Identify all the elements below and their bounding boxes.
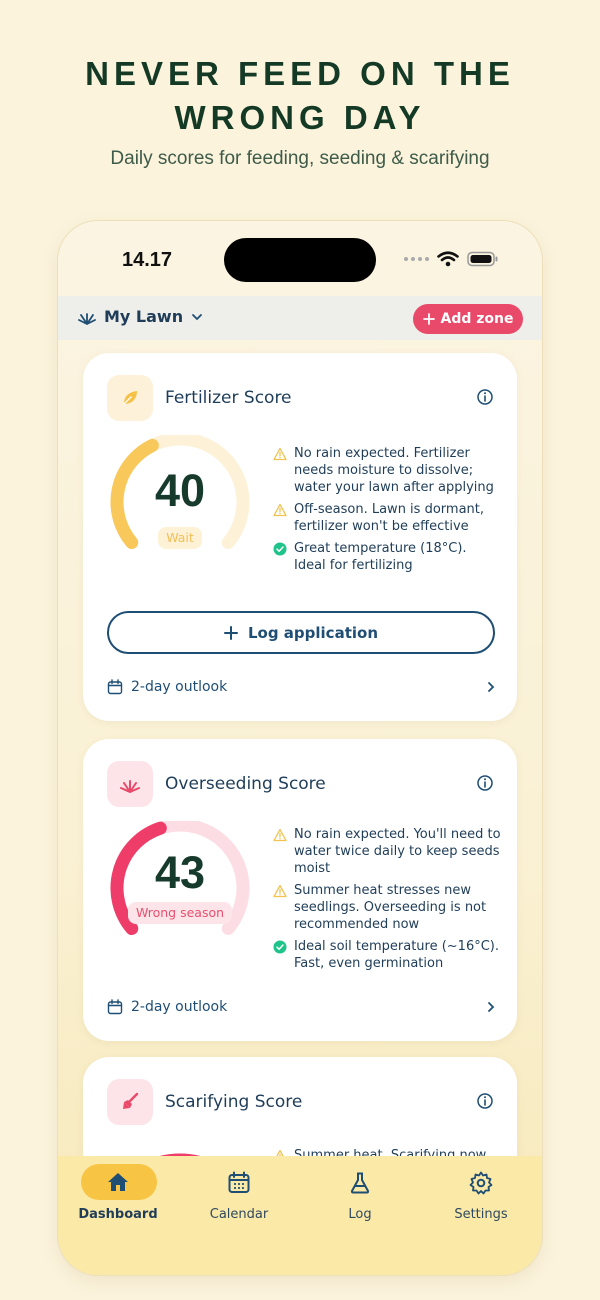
status-time: 14.17 xyxy=(122,249,173,271)
nav-item-log[interactable]: Log xyxy=(315,1164,405,1234)
tip-text: No rain expected. You'll need to water t… xyxy=(294,827,501,876)
status-badge: Wrong season xyxy=(127,902,233,924)
status-badge-wrap: Wait xyxy=(107,527,253,549)
tip-item: No rain expected. You'll need to water t… xyxy=(273,826,501,877)
two-day-outlook-row[interactable]: 2-day outlook xyxy=(107,995,495,1019)
status-badge: Wait xyxy=(158,527,202,549)
score-value: 43 xyxy=(154,847,206,898)
card-icon-badge xyxy=(107,761,153,807)
promo-subheadline: Daily scores for feeding, seeding & scar… xyxy=(110,148,490,169)
overseeding-score-card[interactable]: Overseeding Score 43 Wrong season No rai… xyxy=(83,739,517,1041)
tip-text: No rain expected. Fertilizer needs moist… xyxy=(294,446,494,495)
card-title: Scarifying Score xyxy=(165,1092,303,1112)
wifi-icon xyxy=(437,251,459,267)
leaf-icon xyxy=(123,391,137,405)
tip-text: Ideal soil temperature (~16°C). Fast, ev… xyxy=(294,939,500,971)
plus-icon xyxy=(223,625,238,640)
info-icon[interactable] xyxy=(476,388,494,406)
bottom-nav: Dashboard Calendar Log Settings xyxy=(58,1156,542,1275)
nav-item-dashboard[interactable]: Dashboard xyxy=(73,1164,163,1234)
promo-headline-line1: NEVER FEED ON THE xyxy=(85,55,515,92)
warning-icon xyxy=(273,884,287,898)
card-icon-badge xyxy=(107,1079,153,1125)
tip-item: Ideal soil temperature (~16°C). Fast, ev… xyxy=(273,938,501,972)
chevron-right-icon xyxy=(488,1002,495,1012)
nav-label: Calendar xyxy=(209,1207,269,1222)
two-day-outlook-row[interactable]: 2-day outlook xyxy=(107,675,495,699)
zone-name: My Lawn xyxy=(104,307,184,326)
home-icon xyxy=(108,1173,128,1191)
warning-icon xyxy=(273,828,287,842)
tips-list: No rain expected. You'll need to water t… xyxy=(273,826,501,977)
add-zone-label: Add zone xyxy=(440,311,514,327)
tips-list: No rain expected. Fertilizer needs moist… xyxy=(273,445,501,579)
zone-bar: My Lawn Add zone xyxy=(58,296,542,340)
tip-item: Great temperature (18°C). Ideal for fert… xyxy=(273,540,501,574)
tip-item: Summer heat stresses new seedlings. Over… xyxy=(273,882,501,933)
tips-list: Summer heat. Scarifying now xyxy=(273,1147,501,1156)
nav-label: Settings xyxy=(454,1207,508,1222)
flask-icon xyxy=(350,1172,370,1194)
dynamic-island xyxy=(224,238,376,282)
calendar-icon xyxy=(107,679,123,695)
warning-icon xyxy=(276,1149,284,1156)
zone-selector[interactable]: My Lawn xyxy=(78,307,203,326)
add-zone-button[interactable]: Add zone xyxy=(413,304,523,334)
check-circle-icon xyxy=(273,940,287,954)
score-list[interactable]: Fertilizer Score 40 Wait No rain expecte… xyxy=(58,340,542,1156)
battery-icon xyxy=(467,251,498,267)
info-icon[interactable] xyxy=(476,1092,494,1110)
card-icon-badge xyxy=(107,375,153,421)
warning-icon xyxy=(273,503,287,517)
status-icons xyxy=(404,251,499,267)
tip-item: Summer heat. Scarifying now xyxy=(273,1147,501,1156)
log-application-button[interactable]: Log application xyxy=(107,611,495,654)
scarifying-score-card[interactable]: Scarifying Score Summer heat. Scarifying… xyxy=(83,1057,517,1156)
tip-text: Summer heat stresses new seedlings. Over… xyxy=(294,883,487,932)
sprout-icon xyxy=(120,780,140,793)
promo-headline-line2: WRONG DAY xyxy=(174,99,426,136)
score-gauge: 40 Wait xyxy=(107,432,253,571)
calendar-icon xyxy=(228,1171,250,1193)
fertilizer-score-card[interactable]: Fertilizer Score 40 Wait No rain expecte… xyxy=(83,353,517,721)
score-gauge: 43 Wrong season xyxy=(107,818,253,957)
tip-text: Off-season. Lawn is dormant, fertilizer … xyxy=(294,502,484,534)
tip-item: Off-season. Lawn is dormant, fertilizer … xyxy=(273,501,501,535)
score-value: 40 xyxy=(154,465,206,516)
calendar-icon xyxy=(107,999,123,1015)
warning-icon xyxy=(273,447,287,461)
outlook-label: 2-day outlook xyxy=(131,679,228,695)
score-gauge-partial xyxy=(159,1153,201,1156)
info-icon[interactable] xyxy=(476,774,494,792)
card-title: Fertilizer Score xyxy=(165,388,292,408)
nav-item-settings[interactable]: Settings xyxy=(436,1164,526,1234)
card-title: Overseeding Score xyxy=(165,774,326,794)
outlook-label: 2-day outlook xyxy=(131,999,228,1015)
grass-icon xyxy=(78,312,96,325)
nav-label: Log xyxy=(348,1207,372,1222)
rake-icon xyxy=(123,1092,139,1109)
nav-item-calendar[interactable]: Calendar xyxy=(194,1164,284,1234)
nav-label: Dashboard xyxy=(78,1207,158,1222)
signal-dots-icon xyxy=(404,257,429,261)
check-circle-icon xyxy=(273,542,287,556)
log-application-label: Log application xyxy=(247,623,378,642)
tip-text: Summer heat. Scarifying now xyxy=(294,1148,487,1156)
tip-item: No rain expected. Fertilizer needs moist… xyxy=(273,445,501,496)
tip-text: Great temperature (18°C). Ideal for fert… xyxy=(294,541,467,573)
phone-screen: 14.17 My Lawn Add zone Fertilizer Score … xyxy=(58,221,542,1275)
promo-headline: NEVER FEED ON THE WRONG DAY xyxy=(0,52,600,140)
gear-icon xyxy=(469,1171,493,1195)
plus-icon xyxy=(422,313,435,325)
chevron-right-icon xyxy=(488,682,495,692)
status-badge-wrap: Wrong season xyxy=(107,902,253,924)
chevron-down-icon xyxy=(192,313,202,320)
